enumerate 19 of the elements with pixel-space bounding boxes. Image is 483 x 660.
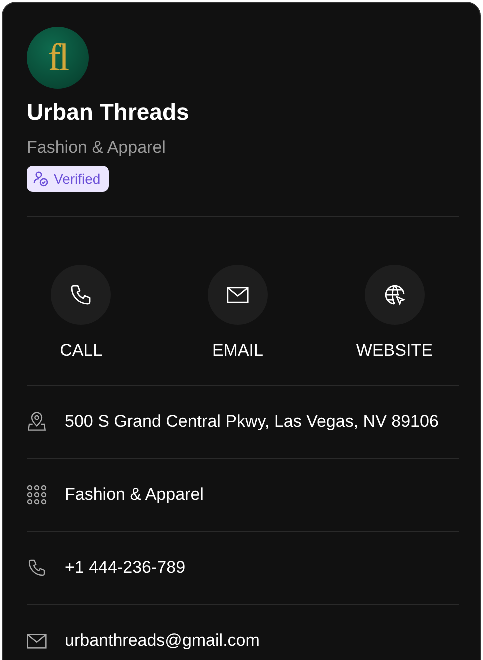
action-label: WEBSITE xyxy=(356,341,433,361)
phone-text: +1 444-236-789 xyxy=(65,558,186,578)
action-label: CALL xyxy=(60,341,103,361)
phone-icon xyxy=(27,558,47,578)
location-pin-icon xyxy=(27,412,47,432)
envelope-icon xyxy=(27,634,47,648)
grid-icon xyxy=(27,485,47,505)
category-text: Fashion & Apparel xyxy=(65,485,204,505)
action-label: EMAIL xyxy=(212,341,264,361)
brand-logo: fl xyxy=(27,27,89,89)
business-category: Fashion & Apparel xyxy=(27,138,166,158)
globe-cursor-icon xyxy=(382,283,407,307)
envelope-icon xyxy=(226,286,249,304)
phone-icon xyxy=(69,283,94,307)
verified-user-icon xyxy=(33,171,49,187)
address-text: 500 S Grand Central Pkwy, Las Vegas, NV 89106 xyxy=(65,412,439,432)
verified-badge: Verified xyxy=(27,166,109,192)
email-text: urbanthreads@gmail.com xyxy=(65,631,260,651)
business-name: Urban Threads xyxy=(27,99,190,126)
